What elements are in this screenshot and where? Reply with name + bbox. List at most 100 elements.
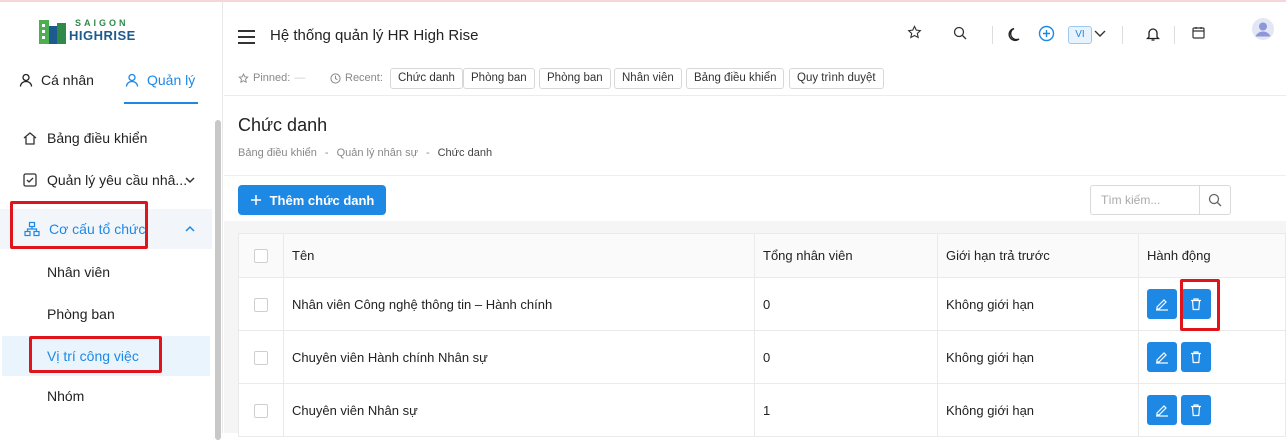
moon-icon[interactable]	[1008, 26, 1024, 42]
delete-button[interactable]	[1181, 395, 1211, 425]
column-header-actions: Hành động	[1138, 233, 1286, 278]
breadcrumb-item[interactable]: Quản lý nhân sự	[337, 147, 418, 159]
recent-chip[interactable]: Quy trình duyệt	[789, 68, 884, 89]
avatar[interactable]	[1252, 18, 1274, 40]
cell-name: Nhân viên Công nghệ thông tin – Hành chí…	[283, 277, 755, 331]
star-icon	[238, 72, 249, 83]
breadcrumb-current: Chức danh	[437, 147, 493, 159]
column-header-total[interactable]: Tổng nhân viên	[754, 233, 938, 278]
chevron-down-icon[interactable]	[1094, 29, 1106, 39]
column-header-limit[interactable]: Giới hạn trả trước	[937, 233, 1139, 278]
logo-line2: HIGHRISE	[69, 28, 136, 43]
sidebar-item-label: Bảng điều khiển	[47, 130, 148, 146]
language-selector[interactable]: VI	[1068, 26, 1092, 44]
recent-chip[interactable]: Phòng ban	[539, 68, 611, 89]
row-checkbox[interactable]	[254, 297, 268, 312]
add-position-label: Thêm chức danh	[269, 192, 375, 208]
cell-limit: Không giới hạn	[937, 383, 1139, 437]
plus-circle-icon[interactable]	[1038, 25, 1055, 42]
table-header-row: Tên Tổng nhân viên Giới hạn trả trước Hà…	[238, 233, 1286, 278]
sidebar-subitem-departments[interactable]: Phòng ban	[0, 294, 212, 334]
cell-actions	[1138, 383, 1286, 437]
sidebar-subitem-groups[interactable]: Nhóm	[0, 376, 212, 416]
pencil-icon	[1156, 352, 1168, 364]
menu-toggle-icon[interactable]	[238, 30, 255, 44]
user-icon	[19, 73, 33, 87]
cell-total: 1	[754, 383, 938, 437]
sidebar-subitem-label: Nhóm	[47, 388, 85, 404]
header-divider	[1174, 26, 1175, 44]
sidebar-scrollbar[interactable]	[215, 120, 221, 440]
star-icon[interactable]	[907, 25, 922, 40]
clock-icon	[330, 72, 341, 84]
highlight-box-delete	[1180, 279, 1220, 331]
add-position-button[interactable]: Thêm chức danh	[238, 185, 386, 215]
search-icon[interactable]	[953, 26, 967, 40]
select-all-checkbox[interactable]	[254, 249, 268, 264]
table-row: Chuyên viên Nhân sự 1 Không giới hạn	[238, 383, 1286, 437]
home-icon	[23, 132, 37, 145]
pinned-label: Pinned:	[253, 72, 291, 84]
search-icon	[1208, 193, 1222, 207]
recent-section: Recent:	[330, 72, 383, 84]
highlight-box-job-positions	[29, 336, 162, 373]
edit-button[interactable]	[1147, 289, 1177, 319]
bell-icon[interactable]	[1146, 26, 1160, 42]
table-row: Nhân viên Công nghệ thông tin – Hành chí…	[238, 277, 1286, 331]
pinned-empty: —	[294, 72, 306, 84]
table-row: Chuyên viên Hành chính Nhân sự 0 Không g…	[238, 330, 1286, 384]
row-checkbox[interactable]	[254, 350, 268, 365]
sidebar-item-dashboard[interactable]: Bảng điều khiển	[0, 118, 212, 158]
positions-table: Tên Tổng nhân viên Giới hạn trả trước Hà…	[238, 233, 1286, 437]
cell-total: 0	[754, 277, 938, 331]
content-divider	[224, 175, 1286, 176]
edit-button[interactable]	[1147, 342, 1177, 372]
breadcrumb: Bảng điều khiển - Quản lý nhân sự - Chức…	[238, 147, 492, 159]
sidebar-tabs: Cá nhân Quản lý	[0, 60, 223, 104]
app-title: Hệ thống quản lý HR High Rise	[270, 27, 479, 44]
tab-active-underline	[124, 102, 198, 104]
select-all-cell	[238, 233, 284, 278]
cell-limit: Không giới hạn	[937, 330, 1139, 384]
breadcrumb-separator: -	[425, 147, 430, 159]
header-divider	[1122, 26, 1123, 44]
recent-label: Recent:	[345, 72, 383, 84]
recent-chip[interactable]: Phòng ban	[463, 68, 535, 89]
calendar-icon[interactable]	[1192, 26, 1205, 39]
chevron-down-icon	[185, 177, 195, 184]
trash-icon	[1191, 404, 1201, 417]
highlight-box-org-structure	[10, 201, 148, 249]
tab-manage[interactable]: Quản lý	[125, 72, 195, 88]
delete-button[interactable]	[1181, 342, 1211, 372]
search-input[interactable]: Tìm kiếm...	[1090, 185, 1200, 215]
cell-name: Chuyên viên Nhân sự	[283, 383, 755, 437]
row-select-cell	[238, 383, 284, 437]
logo-building-icon	[39, 20, 66, 44]
row-select-cell	[238, 330, 284, 384]
row-checkbox[interactable]	[254, 403, 268, 418]
column-header-name[interactable]: Tên	[283, 233, 755, 278]
user-icon	[125, 73, 139, 87]
tab-personal-label: Cá nhân	[41, 72, 94, 88]
edit-button[interactable]	[1147, 395, 1177, 425]
recent-chip[interactable]: Bảng điều khiển	[686, 68, 785, 89]
chevron-up-icon	[185, 225, 195, 232]
tab-personal[interactable]: Cá nhân	[19, 72, 94, 88]
sidebar-subitem-label: Phòng ban	[47, 306, 115, 322]
sidebar-item-requests[interactable]: Quản lý yêu cầu nhâ...	[0, 160, 212, 200]
sidebar-subitem-label: Nhân viên	[47, 264, 111, 280]
pinned-recent-bar: Pinned: — Recent: Chức danh Phòng ban Ph…	[224, 64, 1286, 96]
sidebar-subitem-employees[interactable]: Nhân viên	[0, 252, 212, 292]
sidebar-item-label: Quản lý yêu cầu nhâ...	[47, 172, 188, 188]
recent-chip[interactable]: Nhân viên	[614, 68, 682, 89]
page-title: Chức danh	[238, 115, 328, 135]
cell-name: Chuyên viên Hành chính Nhân sự	[283, 330, 755, 384]
cell-limit: Không giới hạn	[937, 277, 1139, 331]
main-content: Chức danh Bảng điều khiển - Quản lý nhân…	[224, 97, 1286, 437]
recent-chip[interactable]: Chức danh	[390, 68, 463, 89]
cell-total: 0	[754, 330, 938, 384]
logo[interactable]: SAIGON HIGHRISE	[36, 14, 151, 48]
search-button[interactable]	[1200, 185, 1231, 215]
breadcrumb-item[interactable]: Bảng điều khiển	[238, 147, 317, 159]
logo-line1: SAIGON	[75, 18, 129, 28]
